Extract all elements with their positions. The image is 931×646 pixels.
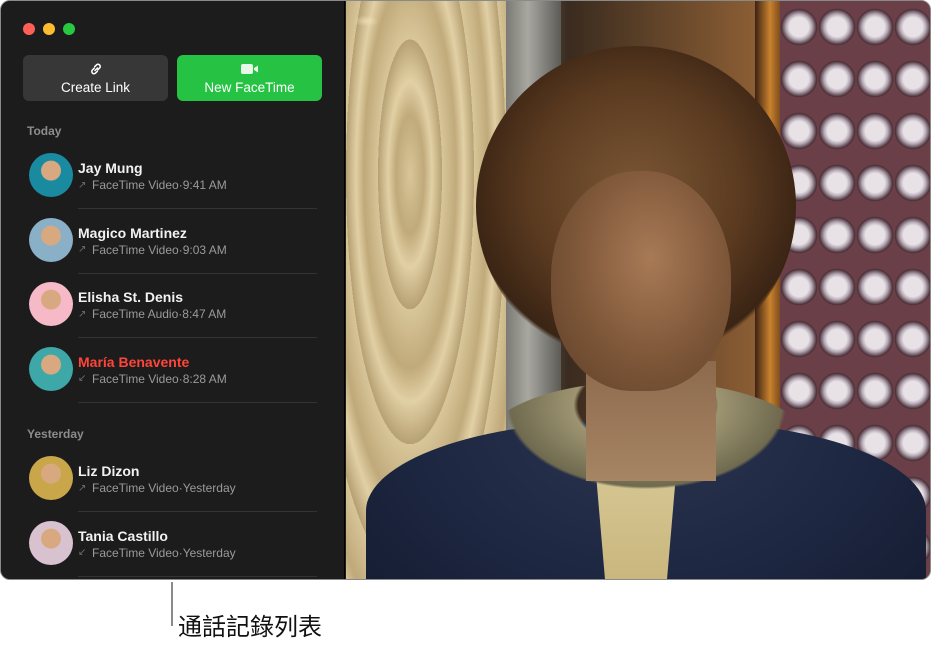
new-facetime-label: New FaceTime — [204, 80, 295, 95]
contact-name: María Benavente — [78, 353, 190, 370]
call-type: FaceTime Video — [92, 178, 179, 192]
incoming-call-icon: ↙ — [78, 547, 87, 558]
call-time: Yesterday — [182, 481, 236, 495]
call-details: ↗ FaceTime Video · Yesterday — [78, 481, 236, 495]
call-details: ↗ FaceTime Audio · 8:47 AM — [78, 307, 226, 321]
window-controls — [23, 23, 75, 35]
outgoing-call-icon: ↗ — [78, 482, 87, 494]
call-time: 9:41 AM — [182, 178, 227, 192]
outgoing-call-icon: ↗ — [78, 179, 87, 191]
call-list-item[interactable]: Liz Dizon ↗ FaceTime Video · Yesterday — [27, 448, 317, 512]
call-details: ↙ FaceTime Video · Yesterday — [78, 546, 236, 560]
video-preview — [346, 1, 930, 579]
close-window-button[interactable] — [23, 23, 35, 35]
call-type: FaceTime Video — [92, 371, 179, 386]
minimize-window-button[interactable] — [43, 23, 55, 35]
callout-line — [171, 582, 173, 626]
contact-avatar — [29, 456, 73, 500]
contact-avatar — [29, 346, 73, 391]
link-icon — [88, 61, 104, 77]
call-type: FaceTime Video — [92, 242, 179, 257]
call-list-item[interactable]: Magico Martinez ↗ FaceTime Video · 9:03 AM — [27, 210, 317, 274]
call-details: ↙ FaceTime Video · 8:28 AM — [78, 372, 227, 386]
call-details: ↗ FaceTime Video · 9:41 AM — [78, 178, 227, 192]
zoom-window-button[interactable] — [63, 23, 75, 35]
call-type: FaceTime Video — [92, 545, 179, 560]
call-time: Yesterday — [182, 545, 236, 560]
call-list-item[interactable]: Elisha St. Denis ↗ FaceTime Audio · 8:47 A… — [27, 274, 317, 338]
person-face — [551, 171, 731, 391]
row-divider — [78, 401, 317, 403]
facetime-window: Create Link New FaceTime Today Jay Mung ↗… — [0, 0, 931, 580]
contact-name: Liz Dizon — [78, 463, 140, 479]
contact-name: Elisha St. Denis — [78, 289, 184, 305]
contact-name: Magico Martinez — [78, 224, 187, 241]
contact-name: Tania Castillo — [78, 527, 168, 544]
callout-label: 通話記錄列表 — [178, 613, 322, 641]
call-list-item[interactable]: Jay Mung ↗ FaceTime Video · 9:41 AM — [27, 145, 317, 209]
contact-avatar — [29, 217, 73, 262]
contact-avatar — [29, 153, 73, 197]
video-camera-icon — [240, 61, 260, 77]
sidebar: Create Link New FaceTime Today Jay Mung ↗… — [1, 1, 345, 579]
incoming-call-icon: ↙ — [78, 373, 87, 384]
row-divider — [78, 575, 317, 577]
outgoing-call-icon: ↗ — [78, 244, 87, 255]
contact-avatar — [29, 520, 73, 565]
contact-name: Jay Mung — [78, 160, 143, 176]
create-link-button[interactable]: Create Link — [23, 55, 168, 101]
call-type: FaceTime Audio — [92, 307, 179, 321]
section-label-yesterday: Yesterday — [27, 427, 84, 441]
call-time: 9:03 AM — [182, 242, 227, 257]
new-facetime-button[interactable]: New FaceTime — [177, 55, 322, 101]
outgoing-call-icon: ↗ — [78, 308, 87, 320]
contact-avatar — [29, 282, 73, 326]
call-time: 8:28 AM — [182, 371, 227, 386]
call-type: FaceTime Video — [92, 481, 179, 495]
call-details: ↗ FaceTime Video · 9:03 AM — [78, 243, 227, 257]
call-time: 8:47 AM — [182, 307, 227, 321]
create-link-label: Create Link — [60, 80, 131, 95]
call-list-item[interactable]: Tania Castillo ↙ FaceTime Video · Yesterda… — [27, 513, 317, 577]
call-list-item[interactable]: María Benavente ↙ FaceTime Video · 8:28 AM — [27, 339, 317, 403]
section-label-today: Today — [27, 124, 62, 138]
